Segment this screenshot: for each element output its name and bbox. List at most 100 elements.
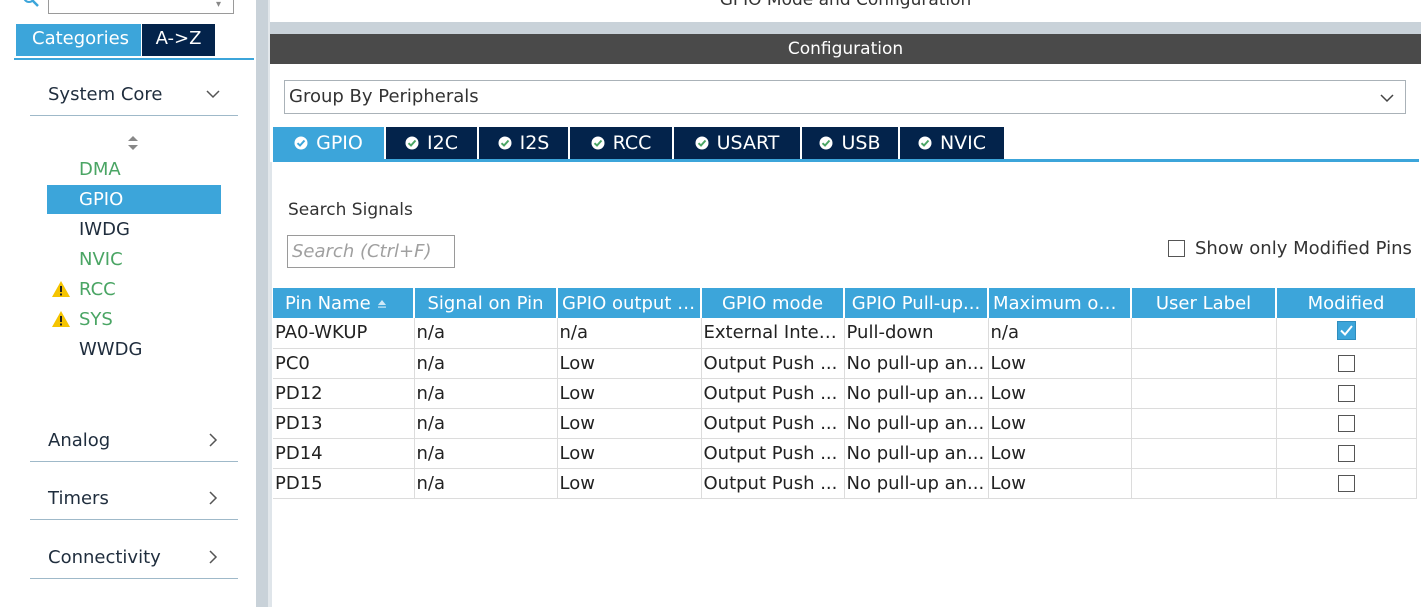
output-level-cell: n/a [557,318,702,349]
pull-cell: Pull-down [844,318,989,349]
show-modified-toggle[interactable]: Show only Modified Pins [1168,236,1412,260]
panel-splitter[interactable] [256,0,268,607]
sort-updown-icon[interactable] [127,134,139,152]
user-label-cell[interactable] [1131,438,1277,469]
signal-cell: n/a [414,378,558,409]
search-signals-input[interactable]: Search (Ctrl+F) [287,235,455,268]
sidebar-item-dma[interactable]: DMA [47,155,221,184]
tab-categories[interactable]: Categories [16,24,142,56]
signal-cell: n/a [414,318,558,349]
tab-usb[interactable]: USB [802,127,900,159]
sidebar-item-rcc[interactable]: RCC [47,275,221,304]
dropdown-arrow-icon[interactable]: ▾ [216,0,221,10]
divider [270,22,1421,34]
category-system-core[interactable]: System Core [30,76,238,116]
pull-cell: No pull-up an... [844,378,989,409]
group-by-select[interactable]: Group By Peripherals [284,80,1406,114]
table-row[interactable]: PD14 n/a Low Output Push ... No pull-up an..… [273,438,1417,469]
sidebar-item-iwdg[interactable]: IWDG [47,215,221,244]
tab-underline [273,159,1419,162]
show-modified-label: Show only Modified Pins [1195,237,1412,259]
category-connectivity[interactable]: Connectivity [30,539,238,579]
configuration-panel: GPIO Mode and Configuration Configuratio… [270,0,1421,607]
category-timers[interactable]: Timers [30,480,238,520]
configuration-header: Configuration [270,34,1421,64]
modified-cell [1276,378,1417,409]
output-level-cell: Low [557,468,702,499]
show-modified-checkbox[interactable] [1168,239,1185,257]
tab-a-to-z[interactable]: A->Z [142,24,216,56]
check-circle-icon [591,136,605,150]
column-header-pin-name[interactable]: Pin Name [273,288,415,318]
chevron-right-icon [209,433,218,447]
gpio-mode-cell: Output Push ... [701,438,845,469]
tab-rcc[interactable]: RCC [570,127,674,159]
sidebar-tabs: Categories A->Z [16,24,216,56]
tab-i2c[interactable]: I2C [386,127,479,159]
chevron-down-icon [206,90,220,99]
modified-checkbox[interactable] [1337,445,1355,462]
max-speed-cell: Low [988,468,1132,499]
pin-table: Pin Name Signal on Pin GPIO output l... … [273,288,1417,499]
signal-cell: n/a [414,438,558,469]
signal-cell: n/a [414,408,558,439]
column-header-pull[interactable]: GPIO Pull-up... [844,288,989,318]
modified-checkbox[interactable] [1336,320,1356,345]
tab-label: I2C [427,132,458,154]
table-row[interactable]: PA0-WKUP n/a n/a External Inter... Pull-down… [273,318,1417,349]
column-header-output-level[interactable]: GPIO output l... [557,288,702,318]
modified-cell [1276,438,1417,469]
check-circle-icon [819,136,833,150]
table-row[interactable]: PD15 n/a Low Output Push ... No pull-up an..… [273,468,1417,499]
max-speed-cell: Low [988,438,1132,469]
gpio-mode-cell: Output Push ... [701,378,845,409]
check-circle-icon [695,136,709,150]
check-circle-icon [918,136,932,150]
modified-checkbox[interactable] [1337,355,1355,372]
column-header-max-speed[interactable]: Maximum out... [988,288,1132,318]
sidebar-item-label: SYS [79,309,113,330]
category-analog[interactable]: Analog [30,422,238,462]
column-header-signal[interactable]: Signal on Pin [414,288,558,318]
search-icon[interactable] [22,0,40,8]
divider [270,162,272,607]
sidebar-item-wwdg[interactable]: WWDG [47,335,221,364]
modified-checkbox[interactable] [1337,475,1355,492]
tab-label: GPIO [316,132,363,154]
sidebar-tab-underline [14,58,254,60]
user-label-cell[interactable] [1131,468,1277,499]
check-circle-icon [498,136,512,150]
sidebar-item-sys[interactable]: SYS [47,305,221,334]
category-label: System Core [48,84,163,105]
pin-name-cell: PD15 [273,468,415,499]
output-level-cell: Low [557,348,702,379]
user-label-cell[interactable] [1131,318,1277,349]
table-row[interactable]: PC0 n/a Low Output Push ... No pull-up an...… [273,348,1417,379]
table-row[interactable]: PD13 n/a Low Output Push ... No pull-up an..… [273,408,1417,439]
column-header-gpio-mode[interactable]: GPIO mode [701,288,845,318]
modified-checkbox[interactable] [1337,415,1355,432]
user-label-cell[interactable] [1131,348,1277,379]
column-header-modified[interactable]: Modified [1276,288,1417,318]
warning-icon [52,311,70,327]
user-label-cell[interactable] [1131,378,1277,409]
tab-gpio[interactable]: GPIO [273,127,386,159]
gpio-mode-cell: Output Push ... [701,348,845,379]
modified-checkbox[interactable] [1337,385,1355,402]
column-header-user-label[interactable]: User Label [1131,288,1277,318]
max-speed-cell: Low [988,378,1132,409]
user-label-cell[interactable] [1131,408,1277,439]
tab-i2s[interactable]: I2S [479,127,570,159]
modified-cell [1276,468,1417,499]
sidebar: ▾ Categories A->Z System Core DMA GPIO I… [0,0,256,607]
sidebar-search-input[interactable]: ▾ [48,0,234,14]
sidebar-item-label: IWDG [79,219,130,240]
sort-ascending-icon [377,299,386,308]
mode-config-title: GPIO Mode and Configuration [270,0,1421,18]
tab-nvic[interactable]: NVIC [900,127,1006,159]
sidebar-item-nvic[interactable]: NVIC [47,245,221,274]
tab-usart[interactable]: USART [674,127,802,159]
check-circle-icon [294,136,308,150]
table-row[interactable]: PD12 n/a Low Output Push ... No pull-up an..… [273,378,1417,409]
sidebar-item-gpio[interactable]: GPIO [47,185,221,214]
